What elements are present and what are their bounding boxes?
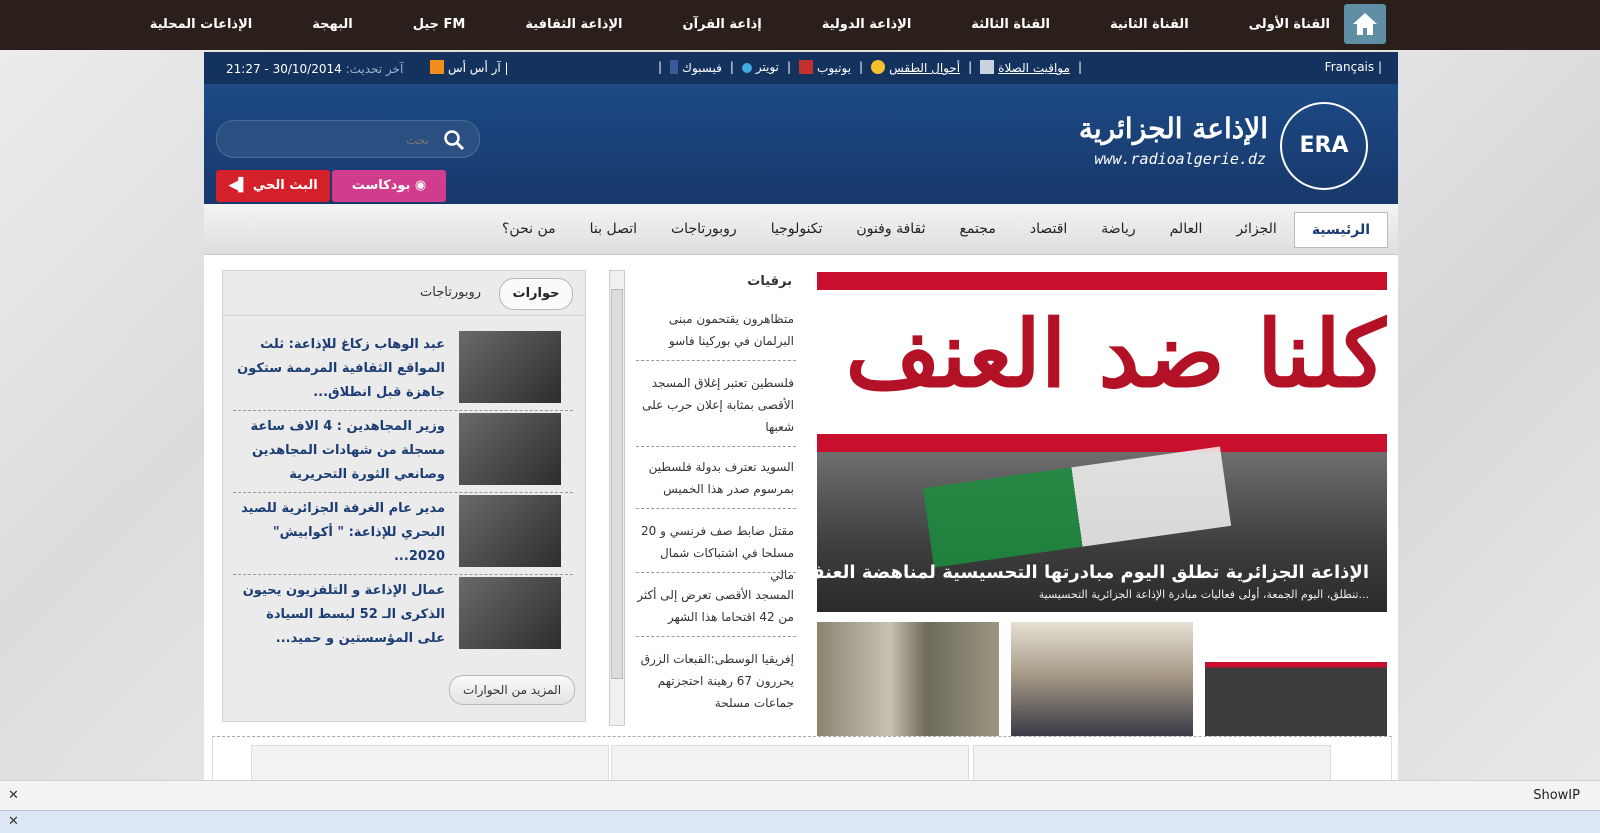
search-box xyxy=(216,120,480,158)
youtube-icon xyxy=(799,60,814,74)
home-icon xyxy=(1353,13,1377,35)
twitter-link[interactable]: تويتر xyxy=(741,60,779,75)
radio-logo-emblem[interactable]: ERA xyxy=(1280,102,1368,190)
info-bar: Français | | فيسبوك | تويتر | يوتيوب | أ… xyxy=(204,52,1398,84)
main-nav: الرئيسية الجزائر العالم رياضة اقتصاد مجت… xyxy=(204,204,1398,255)
tab-reports[interactable]: روبورتاجات xyxy=(420,285,481,300)
site-logo-text[interactable]: الإذاعة الجزائرية xyxy=(1079,112,1268,145)
article-card[interactable] xyxy=(251,745,609,785)
channel-link[interactable]: القناة الأولى xyxy=(1219,0,1360,50)
podcast-button[interactable]: بودكاست ◉ xyxy=(332,170,446,202)
slider-thumbnail[interactable] xyxy=(817,622,999,736)
facebook-icon xyxy=(670,60,679,74)
youtube-link[interactable]: يوتيوب xyxy=(799,60,851,75)
weather-icon xyxy=(871,60,886,74)
nav-reports[interactable]: روبورتاجات xyxy=(654,212,754,248)
search-icon[interactable] xyxy=(443,129,465,151)
news-item[interactable]: فلسطين تعتبر إغلاق المسجد الأقصى بمثابة … xyxy=(634,372,794,438)
slider-banner-image: كلنا ضد العنف xyxy=(817,272,1387,452)
slider-thumbnail[interactable] xyxy=(1011,622,1193,736)
news-item[interactable]: السويد تعترف بدولة فلسطين بمرسوم صدر هذا… xyxy=(634,456,794,500)
prayer-times-link[interactable]: مواقيت الصلاة xyxy=(980,60,1070,75)
search-input[interactable] xyxy=(231,129,431,151)
tab-interviews[interactable]: حوارات xyxy=(499,278,573,310)
featured-slider[interactable]: كلنا ضد العنف الإذاعة الجزائرية تطلق الي… xyxy=(817,272,1387,612)
last-update: آخر تحديث: 30/10/2014 - 21:27 xyxy=(226,62,404,76)
interview-thumbnail[interactable] xyxy=(459,577,561,649)
live-stream-button[interactable]: ◀▌ البث الحي xyxy=(216,170,330,202)
interview-thumbnail[interactable] xyxy=(459,331,561,403)
french-link[interactable]: Français | xyxy=(1325,60,1382,74)
nav-sports[interactable]: رياضة xyxy=(1084,212,1152,248)
close-icon[interactable]: ✕ xyxy=(8,788,19,803)
news-item[interactable]: إفريقيا الوسطى:القبعات الزرق يحررون 67 ر… xyxy=(634,648,794,714)
channel-nav: القناة الأولى القناة الثانية القناة الثا… xyxy=(120,0,1360,50)
channel-link[interactable]: الإذاعة الثقافية xyxy=(495,0,652,50)
top-channel-bar: القناة الأولى القناة الثانية القناة الثا… xyxy=(0,0,1600,50)
nav-contact[interactable]: اتصل بنا xyxy=(573,212,654,248)
nav-society[interactable]: مجتمع xyxy=(943,212,1013,248)
news-ticker: برقيات متظاهرون يقتحمون مبنى البرلمان في… xyxy=(606,270,802,722)
channel-link[interactable]: جيل FM xyxy=(383,0,496,50)
channel-link[interactable]: إذاعة القرآن xyxy=(653,0,792,50)
interviews-tabs: حوارات روبورتاجات xyxy=(223,271,585,316)
info-links: | فيسبوك | تويتر | يوتيوب | أحوال الطقس … xyxy=(658,60,1082,75)
interviews-box: حوارات روبورتاجات عبد الوهاب زكاغ للإذاع… xyxy=(222,270,586,722)
slider-headline[interactable]: الإذاعة الجزائرية تطلق اليوم مبادرتها ال… xyxy=(817,562,1369,583)
home-button[interactable] xyxy=(1344,4,1386,44)
news-ticker-title: برقيات xyxy=(747,274,792,289)
interview-thumbnail[interactable] xyxy=(459,495,561,567)
article-card[interactable] xyxy=(611,745,969,785)
interview-item[interactable]: عبد الوهاب زكاغ للإذاعة: ثلث المواقع الث… xyxy=(233,329,573,411)
channel-link[interactable]: البهجة xyxy=(282,0,382,50)
site-url: www.radioalgerie.dz xyxy=(1094,150,1266,168)
interview-item[interactable]: وزير المجاهدين : 4 الاف ساعة مسجلة من شه… xyxy=(233,411,573,493)
showip-label[interactable]: ShowIP xyxy=(1533,788,1580,803)
news-item[interactable]: المسجد الأقصى تعرض إلى أكثر من 42 اقتحام… xyxy=(634,584,794,628)
channel-link[interactable]: القناة الثالثة xyxy=(941,0,1080,50)
nav-world[interactable]: العالم xyxy=(1153,212,1220,248)
news-item[interactable]: متظاهرون يقتحمون مبنى البرلمان في بوركين… xyxy=(634,308,794,352)
nav-economy[interactable]: اقتصاد xyxy=(1013,212,1084,248)
channel-link[interactable]: الإذاعة الدولية xyxy=(792,0,942,50)
nav-about[interactable]: من نحن؟ xyxy=(485,212,573,248)
news-item[interactable]: مقتل ضابط صف فرنسي و 20 مسلحا في اشتباكا… xyxy=(634,520,794,586)
interview-thumbnail[interactable] xyxy=(459,413,561,485)
find-bar: ✕ xyxy=(0,810,1600,833)
weather-link[interactable]: أحوال الطقس xyxy=(871,60,960,75)
nav-algeria[interactable]: الجزائر xyxy=(1219,212,1293,248)
mosque-icon xyxy=(980,60,995,74)
more-interviews-button[interactable]: المزيد من الحوارات xyxy=(449,675,575,705)
news-scrollbar[interactable] xyxy=(609,270,625,726)
scrollbar-thumb[interactable] xyxy=(611,289,623,679)
channel-link[interactable]: القناة الثانية xyxy=(1080,0,1219,50)
nav-technology[interactable]: تكنولوجيا xyxy=(754,212,840,248)
interview-item[interactable]: عمال الإذاعة و التلفزيون يحيون الذكرى ال… xyxy=(233,575,573,657)
close-icon[interactable]: ✕ xyxy=(8,814,19,829)
facebook-link[interactable]: فيسبوك xyxy=(670,60,722,75)
rss-link[interactable]: آر أس أس | xyxy=(430,60,509,75)
bottom-articles-row xyxy=(212,736,1392,785)
channel-link[interactable]: الإذاعات المحلية xyxy=(120,0,283,50)
nav-culture[interactable]: ثقافة وفنون xyxy=(839,212,942,248)
interview-item[interactable]: مدير عام الغرفة الجزائرية للصيد البحري ل… xyxy=(233,493,573,575)
status-bar: ✕ ShowIP xyxy=(0,780,1600,811)
rss-icon xyxy=(430,60,444,74)
slider-thumbnails xyxy=(817,622,1387,736)
slider-thumbnail[interactable] xyxy=(1205,622,1387,736)
twitter-icon xyxy=(741,63,752,73)
slider-summary: تنطلق، اليوم الجمعة، أولى فعاليات مبادرة… xyxy=(1038,588,1369,601)
page-container: Français | | فيسبوك | تويتر | يوتيوب | أ… xyxy=(204,52,1398,785)
article-card[interactable] xyxy=(973,745,1331,785)
nav-home[interactable]: الرئيسية xyxy=(1293,212,1388,248)
